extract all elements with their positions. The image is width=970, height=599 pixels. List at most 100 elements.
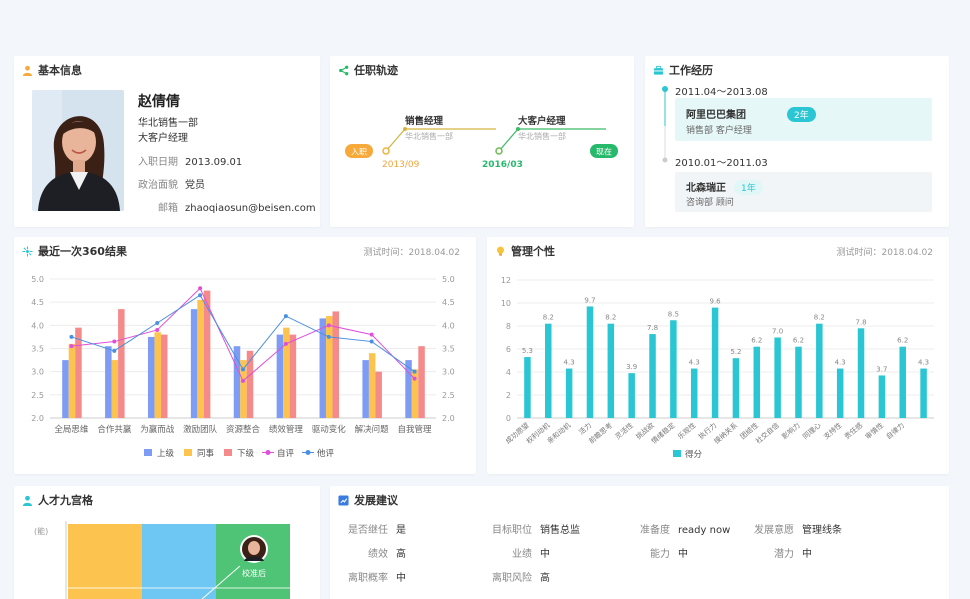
advice-value: ready now [678, 525, 731, 536]
legend-label[interactable]: 同事 [197, 448, 215, 459]
legend-label[interactable]: 自评 [277, 448, 295, 459]
bar-上级[interactable] [105, 346, 112, 418]
bar-score[interactable] [628, 373, 635, 418]
email-value[interactable]: zhaoqiaosun@beisen.com [185, 203, 316, 214]
bar-score[interactable] [920, 368, 927, 418]
bar-同事[interactable] [154, 332, 161, 418]
point-他评[interactable] [198, 293, 203, 298]
point-他评[interactable] [241, 367, 245, 372]
experience-2-period: 2010.01～2011.03 [675, 158, 768, 169]
portrait-image [32, 90, 124, 211]
x-tick-label: 解决问题 [355, 424, 390, 435]
bar-score[interactable] [816, 323, 823, 418]
point-自评[interactable] [198, 286, 203, 291]
y-tick-right: 5.0 [442, 275, 455, 284]
bar-score[interactable] [586, 306, 594, 418]
point-他评[interactable] [369, 339, 374, 344]
bar-下级[interactable] [375, 371, 382, 418]
bar-下级[interactable] [289, 334, 297, 418]
bar-上级[interactable] [190, 309, 198, 418]
experience-2-dot [662, 157, 668, 163]
point-自评[interactable] [241, 378, 245, 383]
bar-score[interactable] [857, 328, 865, 418]
point-自评[interactable] [155, 327, 160, 332]
point-自评[interactable] [283, 341, 288, 346]
y-tick: 0 [506, 414, 511, 423]
advice-label: 离职概率 [348, 573, 388, 584]
y-tick: 12 [501, 276, 511, 285]
bar-同事[interactable] [111, 360, 119, 418]
legend-label[interactable]: 得分 [685, 449, 703, 460]
bar-score[interactable] [690, 368, 698, 418]
point-自评[interactable] [369, 332, 374, 337]
bar-score[interactable] [774, 337, 781, 419]
bar-score[interactable] [670, 320, 677, 418]
bar-下级[interactable] [418, 346, 425, 418]
bar-score[interactable] [565, 368, 573, 418]
legend-swatch [184, 449, 192, 456]
hire-date-value: 2013.09.01 [185, 157, 243, 168]
start-label: 入职 [351, 148, 367, 157]
bar-同事[interactable] [197, 299, 204, 418]
political-status-row: 政治面貌 党员 [138, 176, 205, 191]
advice-value: 中 [678, 549, 688, 560]
point-自评[interactable] [112, 339, 117, 344]
bar-上级[interactable] [233, 346, 241, 418]
bar-score[interactable] [545, 323, 552, 418]
point-他评[interactable] [412, 369, 417, 374]
advice-value: 中 [540, 549, 550, 560]
bar-score[interactable] [753, 346, 761, 418]
point-自评[interactable] [412, 376, 417, 381]
bar-同事[interactable] [68, 343, 76, 418]
y-tick: 10 [501, 299, 511, 308]
basic-info-card: 基本信息 赵倩倩 华北销售一部 大客户经理 入职日期 2013.09.01 政治面… [14, 56, 320, 227]
legend-label[interactable]: 上级 [157, 448, 175, 459]
bar-上级[interactable] [62, 360, 69, 418]
bar-score[interactable] [795, 346, 802, 418]
bar-下级[interactable] [160, 334, 168, 418]
milestone-1-dot[interactable] [382, 147, 390, 155]
employee-position: 大客户经理 [138, 133, 188, 144]
legend-label[interactable]: 他评 [317, 448, 335, 459]
ninebox-person-label: 校准后 [242, 568, 266, 578]
bar-上级[interactable] [147, 336, 155, 418]
bar-下级[interactable] [118, 309, 125, 418]
milestone-2-dot[interactable] [495, 147, 503, 155]
bar-同事[interactable] [368, 353, 376, 418]
advice-value: 管理线条 [802, 525, 842, 536]
bar-score[interactable] [607, 323, 615, 418]
legend-label[interactable]: 下级 [237, 448, 255, 459]
point-他评[interactable] [283, 314, 288, 319]
bar-上级[interactable] [362, 360, 369, 418]
bar-value-label: 4.3 [564, 359, 575, 367]
bar-score[interactable] [732, 358, 740, 418]
employee-department: 华北销售一部 [138, 118, 198, 129]
bar-同事[interactable] [283, 327, 290, 418]
bar-score[interactable] [878, 375, 886, 418]
point-自评[interactable] [69, 344, 74, 349]
bar-value-label: 4.3 [835, 359, 846, 367]
y-tick: 2 [506, 391, 511, 400]
bar-score[interactable] [711, 307, 719, 418]
point-他评[interactable] [69, 334, 74, 339]
point-自评[interactable] [326, 323, 331, 328]
point-他评[interactable] [155, 321, 160, 326]
end-label: 现在 [596, 147, 612, 157]
bar-score[interactable] [524, 357, 531, 418]
advice-field: 发展意愿 管理线条 [750, 521, 842, 536]
experience-1-duration: 2年 [787, 107, 816, 122]
bar-score[interactable] [836, 368, 844, 418]
point-他评[interactable] [112, 348, 117, 353]
bar-score[interactable] [899, 346, 906, 418]
bar-下级[interactable] [203, 290, 211, 418]
x-tick-label: 同理心 [801, 421, 822, 441]
y-tick-left: 2.5 [31, 391, 44, 400]
bar-下级[interactable] [75, 327, 82, 418]
advice-label: 是否继任 [348, 525, 388, 536]
y-tick: 8 [506, 322, 511, 331]
x-tick-label: 影响力 [780, 421, 802, 441]
bar-同事[interactable] [326, 316, 333, 418]
point-他评[interactable] [326, 334, 331, 339]
bar-score[interactable] [649, 334, 656, 418]
employee-name: 赵倩倩 [138, 94, 180, 110]
